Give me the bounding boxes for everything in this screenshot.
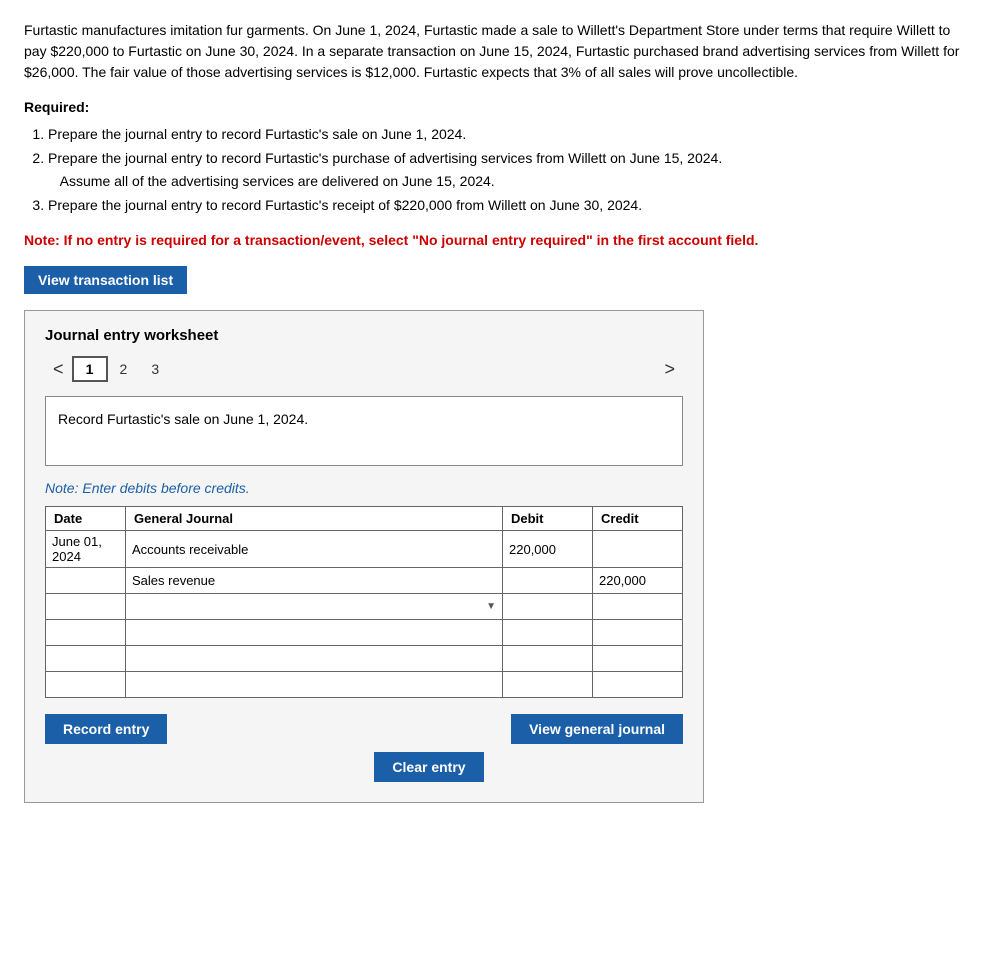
note-text: Note: If no entry is required for a tran… bbox=[24, 231, 964, 251]
header-general-journal: General Journal bbox=[126, 507, 503, 531]
worksheet-title: Journal entry worksheet bbox=[45, 327, 683, 344]
record-entry-button[interactable]: Record entry bbox=[45, 714, 167, 744]
tab-navigation: < 1 2 3 > bbox=[45, 356, 683, 382]
row2-account[interactable]: Sales revenue bbox=[126, 568, 503, 594]
note-debits: Note: Enter debits before credits. bbox=[45, 480, 683, 496]
btn-row2: Clear entry bbox=[45, 752, 683, 782]
row2-date bbox=[46, 568, 126, 594]
header-debit: Debit bbox=[503, 507, 593, 531]
row2-credit[interactable]: 220,000 bbox=[593, 568, 683, 594]
row1-debit[interactable]: 220,000 bbox=[503, 531, 593, 568]
row4-date bbox=[46, 620, 126, 646]
tab-2[interactable]: 2 bbox=[108, 358, 140, 380]
table-row bbox=[46, 646, 683, 672]
view-transaction-button[interactable]: View transaction list bbox=[24, 266, 187, 294]
clear-entry-button[interactable]: Clear entry bbox=[374, 752, 483, 782]
table-row bbox=[46, 672, 683, 698]
row1-credit[interactable] bbox=[593, 531, 683, 568]
requirement-2: Prepare the journal entry to record Furt… bbox=[48, 147, 964, 192]
header-credit: Credit bbox=[593, 507, 683, 531]
row3-credit[interactable] bbox=[593, 594, 683, 620]
view-general-journal-button[interactable]: View general journal bbox=[511, 714, 683, 744]
requirements-list: Prepare the journal entry to record Furt… bbox=[48, 123, 964, 217]
worksheet-container: Journal entry worksheet < 1 2 3 > Record… bbox=[24, 310, 704, 803]
row5-account[interactable] bbox=[126, 646, 503, 672]
requirement-1: Prepare the journal entry to record Furt… bbox=[48, 123, 964, 145]
row4-credit[interactable] bbox=[593, 620, 683, 646]
table-row: Sales revenue 220,000 bbox=[46, 568, 683, 594]
requirement-3: Prepare the journal entry to record Furt… bbox=[48, 194, 964, 216]
row4-debit[interactable] bbox=[503, 620, 593, 646]
row3-account[interactable]: ▼ bbox=[126, 594, 503, 620]
next-tab-arrow[interactable]: > bbox=[656, 357, 683, 382]
dropdown-arrow: ▼ bbox=[486, 601, 496, 612]
prev-tab-arrow[interactable]: < bbox=[45, 357, 72, 382]
row1-account[interactable]: Accounts receivable bbox=[126, 531, 503, 568]
header-date: Date bbox=[46, 507, 126, 531]
table-row: June 01,2024 Accounts receivable 220,000 bbox=[46, 531, 683, 568]
tab-1[interactable]: 1 bbox=[72, 356, 108, 382]
row3-debit[interactable] bbox=[503, 594, 593, 620]
row5-date bbox=[46, 646, 126, 672]
action-buttons: Record entry View general journal Clear … bbox=[45, 714, 683, 782]
row4-account[interactable] bbox=[126, 620, 503, 646]
btn-row1: Record entry View general journal bbox=[45, 714, 683, 744]
row6-account[interactable] bbox=[126, 672, 503, 698]
entry-description: Record Furtastic's sale on June 1, 2024. bbox=[45, 396, 683, 466]
row3-date bbox=[46, 594, 126, 620]
table-row: ▼ bbox=[46, 594, 683, 620]
tab-3[interactable]: 3 bbox=[139, 358, 171, 380]
row6-date bbox=[46, 672, 126, 698]
row6-credit[interactable] bbox=[593, 672, 683, 698]
table-row bbox=[46, 620, 683, 646]
row2-debit[interactable] bbox=[503, 568, 593, 594]
row5-debit[interactable] bbox=[503, 646, 593, 672]
row5-credit[interactable] bbox=[593, 646, 683, 672]
row1-date: June 01,2024 bbox=[46, 531, 126, 568]
journal-table: Date General Journal Debit Credit June 0… bbox=[45, 506, 683, 698]
required-label: Required: bbox=[24, 99, 964, 115]
intro-paragraph: Furtastic manufactures imitation fur gar… bbox=[24, 20, 964, 83]
row6-debit[interactable] bbox=[503, 672, 593, 698]
